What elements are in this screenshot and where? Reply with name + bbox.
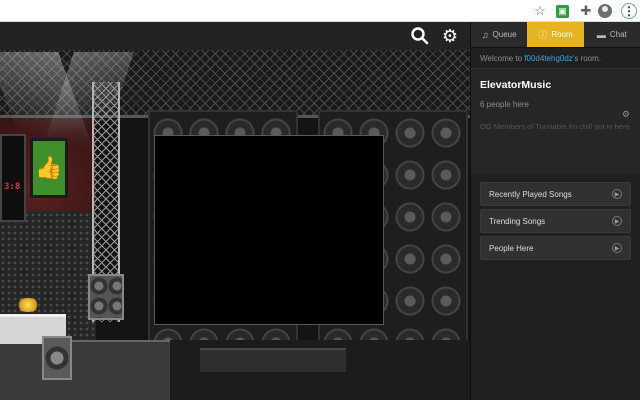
stage-toolbar: ⚙ xyxy=(0,22,470,50)
floor-speaker xyxy=(42,336,72,380)
room-name: ElevatorMusic xyxy=(480,79,552,91)
menu-recently-played[interactable]: Recently Played Songs ▶ xyxy=(480,182,631,206)
menu-item-label: Trending Songs xyxy=(489,216,546,226)
room-menu: Recently Played Songs ▶ Trending Songs ▶… xyxy=(471,174,640,271)
gear-icon[interactable]: ⚙ xyxy=(440,26,460,46)
room-settings-gear-icon[interactable]: ⚙ xyxy=(622,109,630,120)
room-description: OG Members of Turntable.fm chill out in … xyxy=(480,122,630,131)
amp-speaker xyxy=(88,274,124,320)
room-sidebar: ♫ Queue ⓘ Room ▬ Chat Welcome to f00d4te… xyxy=(470,22,640,400)
chat-bubble-icon: ▬ xyxy=(596,29,606,40)
tab-room[interactable]: ⓘ Room xyxy=(527,22,584,47)
turntable-light xyxy=(16,298,40,312)
like-button[interactable]: 👍 xyxy=(30,138,68,198)
menu-item-label: Recently Played Songs xyxy=(489,189,572,199)
welcome-suffix: 's room. xyxy=(572,54,602,63)
room-owner-link[interactable]: f00d4tehg0dz xyxy=(524,54,573,63)
tab-label: Room xyxy=(551,30,573,39)
people-count: 6 people here xyxy=(480,100,529,109)
welcome-message: Welcome to f00d4tehg0dz's room. xyxy=(471,48,640,68)
profile-avatar-icon[interactable] xyxy=(598,4,612,18)
menu-item-label: People Here xyxy=(489,243,534,253)
music-note-icon: ♫ xyxy=(481,29,489,40)
chevron-right-icon: ▶ xyxy=(612,189,622,199)
tab-label: Queue xyxy=(492,30,517,39)
sidebar-tabs: ♫ Queue ⓘ Room ▬ Chat xyxy=(471,22,640,48)
puzzle-icon[interactable]: ✚ xyxy=(578,3,594,19)
tab-queue[interactable]: ♫ Queue xyxy=(471,22,527,47)
score-panel xyxy=(0,134,26,222)
chevron-right-icon: ▶ xyxy=(612,216,622,226)
browser-toolbar: ☆ ▣ ✚ ⋮ xyxy=(0,0,640,22)
tab-chat[interactable]: ▬ Chat xyxy=(584,22,640,47)
star-icon[interactable]: ☆ xyxy=(532,3,548,19)
extension-icon[interactable]: ▣ xyxy=(556,5,569,18)
menu-people-here[interactable]: People Here ▶ xyxy=(480,236,631,260)
welcome-prefix: Welcome to xyxy=(480,54,525,63)
thumbs-up-icon: 👍 xyxy=(35,155,63,180)
stage-riser xyxy=(200,348,346,372)
score-display: 3:8 xyxy=(4,182,21,192)
stage-platform xyxy=(0,340,170,400)
kebab-menu-icon[interactable]: ⋮ xyxy=(621,3,637,19)
search-icon[interactable] xyxy=(410,26,430,46)
room-info: ElevatorMusic 6 people here ⚙ OG Members… xyxy=(471,68,640,174)
tab-label: Chat xyxy=(609,30,627,39)
chevron-right-icon: ▶ xyxy=(612,243,622,253)
stage-area: ⚙ 3:8 👍 xyxy=(0,22,470,400)
video-screen xyxy=(154,135,384,325)
info-icon: ⓘ xyxy=(538,30,548,40)
menu-trending-songs[interactable]: Trending Songs ▶ xyxy=(480,209,631,233)
